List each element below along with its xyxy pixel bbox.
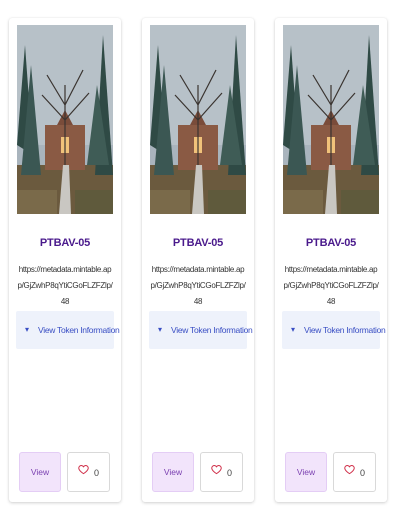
like-count: 0 [359,468,365,478]
nft-card: PTBAV-05 https://metadata.mintable.app/G… [142,18,254,502]
nft-image[interactable] [150,25,246,214]
nft-title: PTBAV-05 [172,237,224,249]
heart-outline-icon [211,464,222,474]
view-token-information-toggle[interactable]: ▾ View Token Information [149,311,253,349]
chevron-down-icon: ▾ [25,325,30,334]
nft-metadata-url[interactable]: https://metadata.mintable.app/GjZwhP8qYt… [17,262,113,310]
like-button[interactable]: 0 [200,452,243,492]
like-count: 0 [93,468,99,478]
token-info-label: View Token Information [304,325,386,335]
like-button[interactable]: 0 [67,452,110,492]
like-button[interactable]: 0 [333,452,376,492]
heart-outline-icon [78,464,89,474]
nft-image[interactable] [17,25,113,214]
token-info-label: View Token Information [171,325,253,335]
nft-title: PTBAV-05 [305,237,357,249]
nft-image[interactable] [283,25,379,214]
view-button[interactable]: View [152,452,194,492]
view-token-information-toggle[interactable]: ▾ View Token Information [16,311,120,349]
view-button[interactable]: View [285,452,327,492]
chevron-down-icon: ▾ [291,325,296,334]
nft-metadata-url[interactable]: https://metadata.mintable.app/GjZwhP8qYt… [283,262,379,310]
view-token-information-toggle[interactable]: ▾ View Token Information [282,311,386,349]
heart-outline-icon [344,464,355,474]
nft-title: PTBAV-05 [39,237,91,249]
nft-metadata-url[interactable]: https://metadata.mintable.app/GjZwhP8qYt… [150,262,246,310]
token-info-label: View Token Information [38,325,120,335]
view-button[interactable]: View [19,452,61,492]
nft-card: PTBAV-05 https://metadata.mintable.app/G… [275,18,387,502]
like-count: 0 [226,468,232,478]
nft-card-grid: PTBAV-05 https://metadata.mintable.app/G… [9,18,391,502]
nft-card: PTBAV-05 https://metadata.mintable.app/G… [9,18,121,502]
chevron-down-icon: ▾ [158,325,163,334]
